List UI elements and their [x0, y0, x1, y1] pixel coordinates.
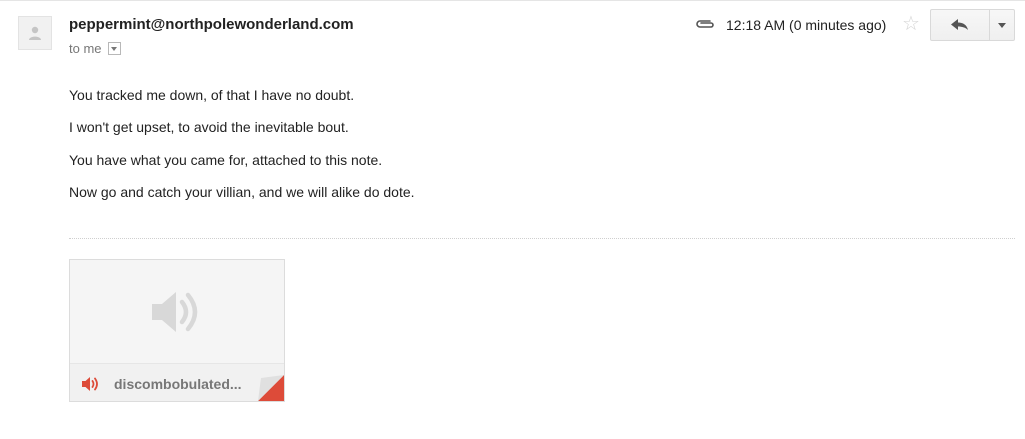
attachment-preview[interactable]	[70, 260, 284, 363]
body-line: You have what you came for, attached to …	[69, 151, 383, 168]
body-line: Now go and catch your villian, and we wi…	[69, 183, 415, 200]
reply-button-group	[930, 9, 1015, 41]
attachment-card[interactable]: discombobulated...	[69, 259, 285, 402]
audio-icon	[82, 377, 98, 391]
reply-button[interactable]	[931, 10, 990, 40]
recipient-details-dropdown[interactable]	[107, 42, 121, 55]
recipient-label: to me	[69, 41, 102, 56]
attachment-filename: discombobulated...	[114, 376, 242, 392]
folded-corner-icon	[258, 375, 284, 401]
recipient-line: to me	[69, 41, 121, 56]
attachments-divider	[69, 238, 1015, 239]
body-line: I won't get upset, to avoid the inevitab…	[69, 119, 349, 136]
message-timestamp: 12:18 AM (0 minutes ago)	[726, 17, 887, 33]
chevron-down-icon	[998, 22, 1006, 28]
audio-preview-icon	[152, 291, 198, 332]
reply-icon	[951, 19, 968, 30]
more-options-button[interactable]	[990, 10, 1014, 40]
header-divider	[0, 0, 1025, 1]
sender-avatar[interactable]	[18, 16, 52, 50]
attachment-footer: discombobulated...	[70, 363, 284, 401]
person-icon	[29, 26, 41, 40]
sender-email[interactable]: peppermint@northpolewonderland.com	[69, 16, 354, 33]
body-line: You tracked me down, of that I have no d…	[69, 87, 355, 103]
message-body: You tracked me down, of that I have no d…	[69, 87, 415, 216]
paperclip-icon	[696, 20, 714, 28]
star-icon[interactable]: ☆	[902, 14, 920, 34]
